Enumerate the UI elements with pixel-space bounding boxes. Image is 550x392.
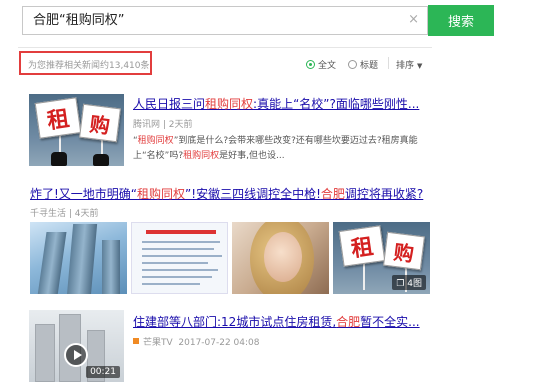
images-icon: ❐ bbox=[396, 279, 405, 289]
result-source: 千寻生活 bbox=[30, 209, 67, 219]
snippet-highlight: 租购同权 bbox=[183, 151, 220, 161]
building bbox=[66, 224, 98, 294]
filter-title[interactable]: 标题 bbox=[348, 58, 378, 71]
result-count: 为您推荐相关新闻约13,410条 bbox=[28, 61, 150, 71]
doc-heading bbox=[146, 230, 216, 234]
doc-line bbox=[142, 241, 220, 243]
filter-full-text-label: 全文 bbox=[318, 61, 337, 71]
play-icon[interactable] bbox=[64, 343, 88, 367]
title-highlight: 租购同权 bbox=[137, 187, 186, 201]
clear-icon[interactable]: × bbox=[408, 12, 419, 27]
sign-zu: 租 bbox=[34, 97, 82, 139]
search-input[interactable] bbox=[33, 7, 393, 34]
sort-dropdown[interactable]: 排序 ▼ bbox=[396, 58, 422, 71]
doc-line bbox=[142, 262, 208, 264]
hand bbox=[51, 152, 67, 166]
title-part: 调控将再收紧? bbox=[344, 187, 424, 201]
search-button[interactable]: 搜索 bbox=[428, 5, 494, 36]
image-count: 4图 bbox=[407, 279, 422, 289]
filter-separator bbox=[388, 57, 389, 69]
sort-label: 排序 bbox=[396, 61, 415, 71]
result-source: 芒果TV bbox=[143, 338, 173, 348]
title-part: 暂不全实... bbox=[360, 315, 420, 329]
building bbox=[35, 324, 55, 382]
filter-title-label: 标题 bbox=[360, 61, 379, 71]
result-title-link[interactable]: 人民日报三问租购同权:真能上“名校”?面临哪些刚性... bbox=[133, 95, 419, 112]
sign-gou: 购 bbox=[79, 103, 121, 143]
filter-full-text[interactable]: 全文 bbox=[306, 58, 336, 71]
result-source: 腾讯网 bbox=[133, 120, 161, 130]
result-title-link[interactable]: 住建部等八部门:12城市试点住房租赁,合肥暂不全实... bbox=[133, 313, 420, 330]
divider bbox=[18, 47, 432, 48]
title-part: 人民日报三问 bbox=[133, 97, 206, 111]
result-meta: 腾讯网 | 2天前 bbox=[133, 120, 193, 130]
doc-line bbox=[142, 248, 214, 250]
building bbox=[102, 240, 120, 294]
image-count-badge: ❐ 4图 bbox=[392, 275, 426, 290]
sign-zu: 租 bbox=[338, 225, 386, 267]
result-meta: 芒果TV 2017-07-22 04:08 bbox=[133, 335, 260, 348]
result-image[interactable] bbox=[232, 222, 329, 294]
result-time: 2天前 bbox=[168, 120, 193, 130]
sign-pole bbox=[363, 264, 365, 290]
result-image[interactable] bbox=[131, 222, 228, 294]
source-icon bbox=[133, 338, 139, 344]
doc-line bbox=[142, 269, 218, 271]
caret-down-icon: ▼ bbox=[417, 62, 423, 70]
radio-selected-icon bbox=[306, 60, 315, 69]
title-part: ”!安徽三四线调控全中枪! bbox=[185, 187, 321, 201]
snippet-part: 是好事,但也设... bbox=[219, 151, 285, 161]
title-part: 住建部等八部门:12城市试点住房租赁, bbox=[133, 315, 337, 329]
title-highlight: 合肥 bbox=[336, 315, 361, 329]
result-time: 4天前 bbox=[74, 209, 99, 219]
search-box[interactable]: × bbox=[22, 6, 428, 35]
doc-line bbox=[142, 283, 200, 285]
result-snippet: “租购同权”到底是什么?会带来哪些改变?还有哪些坎要迈过去?租房真能上“名校”吗… bbox=[133, 134, 433, 164]
result-meta: 千寻生活 | 4天前 bbox=[30, 209, 99, 219]
hand bbox=[93, 154, 109, 166]
result-image[interactable]: 租 购 ❐ 4图 bbox=[333, 222, 430, 294]
result-thumbnail[interactable]: 租 购 bbox=[29, 94, 124, 166]
result-time: 2017-07-22 04:08 bbox=[178, 338, 260, 348]
doc-line bbox=[142, 276, 212, 278]
video-duration: 00:21 bbox=[86, 366, 120, 378]
title-part: 炸了!又一地市明确“ bbox=[30, 187, 138, 201]
doc-line bbox=[142, 255, 222, 257]
video-thumbnail[interactable]: 00:21 bbox=[29, 310, 124, 382]
title-highlight: 合肥 bbox=[320, 187, 345, 201]
face bbox=[264, 232, 302, 282]
result-title-link[interactable]: 炸了!又一地市明确“租购同权”!安徽三四线调控全中枪!合肥调控将再收紧? bbox=[30, 185, 423, 202]
sign-gou: 购 bbox=[383, 231, 425, 271]
title-part: :真能上“名校”?面临哪些刚性... bbox=[253, 97, 420, 111]
title-highlight: 租购同权 bbox=[205, 97, 254, 111]
result-image[interactable] bbox=[30, 222, 127, 294]
building bbox=[37, 232, 67, 294]
radio-icon bbox=[348, 60, 357, 69]
snippet-highlight: 租购同权 bbox=[137, 136, 174, 146]
